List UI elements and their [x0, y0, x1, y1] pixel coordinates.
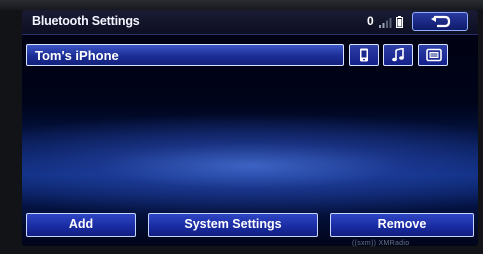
back-arrow-icon [431, 15, 451, 28]
phone-profile-button[interactable] [349, 44, 379, 66]
paired-device-row: Tom's iPhone [26, 44, 474, 68]
audio-profile-button[interactable] [383, 44, 413, 66]
battery-icon [396, 16, 403, 28]
phone-count-indicator: 0 [367, 14, 374, 28]
head-unit-display: Bluetooth Settings 0 Tom's iPhone Add Sy… [0, 0, 483, 254]
back-button[interactable] [412, 12, 468, 31]
message-profile-button[interactable] [418, 44, 448, 66]
bluetooth-settings-screen: Bluetooth Settings 0 Tom's iPhone Add Sy… [22, 10, 478, 246]
message-icon [426, 48, 442, 62]
signal-strength-icon [379, 18, 392, 28]
phone-icon [360, 48, 368, 62]
device-item-button[interactable]: Tom's iPhone [26, 44, 344, 66]
bezel [0, 0, 483, 10]
music-note-icon [392, 48, 404, 62]
title-bar: Bluetooth Settings 0 [22, 10, 478, 35]
siriusxm-logo: ((sxm)) XMRadio [352, 240, 410, 247]
action-bar: Add System Settings Remove [22, 213, 478, 239]
system-settings-button[interactable]: System Settings [148, 213, 318, 237]
remove-button[interactable]: Remove [330, 213, 474, 237]
page-title: Bluetooth Settings [32, 14, 140, 28]
add-button[interactable]: Add [26, 213, 136, 237]
device-name-label: Tom's iPhone [35, 48, 119, 63]
